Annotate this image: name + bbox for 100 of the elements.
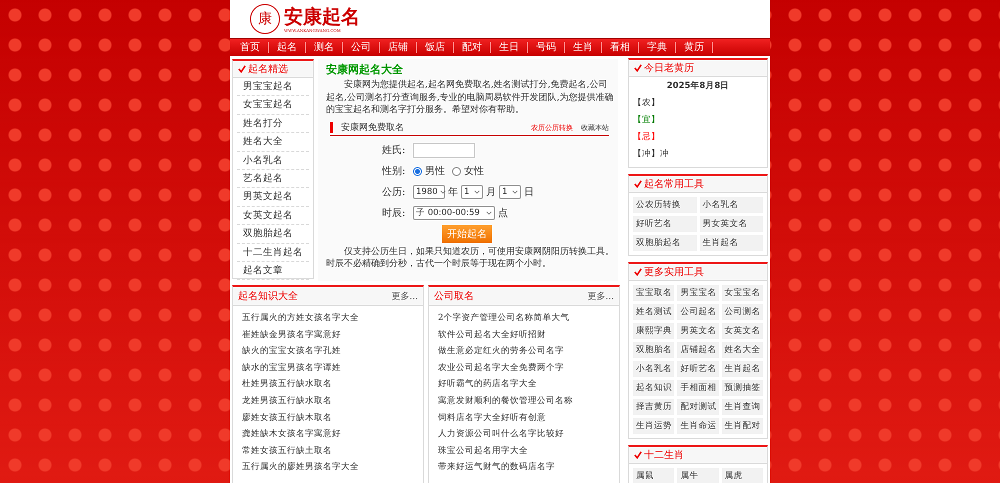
article-link[interactable]: 五行属火的方姓女孩名字大全 bbox=[233, 310, 423, 327]
check-icon bbox=[634, 180, 642, 188]
tool-link[interactable]: 配对测试 bbox=[677, 399, 719, 415]
unit-label: 月 bbox=[486, 186, 496, 199]
day-select[interactable]: 1 bbox=[499, 185, 521, 199]
nav-link[interactable]: 起名 bbox=[269, 42, 306, 53]
nav-link[interactable]: 测名 bbox=[306, 42, 343, 53]
article-link[interactable]: 带来好运气财气的数码店名字 bbox=[429, 459, 619, 476]
tool-link[interactable]: 双胞胎起名 bbox=[633, 235, 696, 251]
nav-link[interactable]: 生肖 bbox=[565, 42, 602, 53]
sidebar-link[interactable]: 女宝宝起名 bbox=[237, 96, 309, 115]
tool-link[interactable]: 生肖命运 bbox=[677, 418, 719, 434]
sidebar-link[interactable]: 艺名起名 bbox=[237, 170, 309, 188]
tool-link[interactable]: 公司测名 bbox=[722, 304, 763, 320]
tool-link[interactable]: 起名知识 bbox=[633, 380, 674, 396]
tool-link[interactable]: 女英文名 bbox=[722, 323, 763, 339]
surname-input[interactable] bbox=[413, 142, 475, 158]
article-link[interactable]: 龚姓缺木女孩名字寓意好 bbox=[233, 426, 423, 443]
tool-link[interactable]: 男宝宝名 bbox=[677, 285, 719, 301]
zodiac-link[interactable]: 属牛 bbox=[677, 468, 719, 483]
section-title: 起名精选 bbox=[248, 62, 288, 76]
article-link[interactable]: 农业公司起名字大全免费两个字 bbox=[429, 360, 619, 376]
article-link[interactable]: 人力资源公司叫什么名字比较好 bbox=[429, 426, 619, 443]
nav-link[interactable]: 看相 bbox=[602, 42, 639, 53]
zodiac-link[interactable]: 属虎 bbox=[722, 468, 763, 483]
article-link[interactable]: 缺火的宝宝女孩名字孔姓 bbox=[233, 343, 423, 360]
tool-link[interactable]: 男英文名 bbox=[677, 323, 719, 339]
article-link[interactable]: 廖姓女孩五行缺木取名 bbox=[233, 410, 423, 426]
note-text: 仅支持公历生日，如果只知道农历，可使用安康网阴阳历转换工具。时辰不必精确到分秒，古代一个时辰等于现在两个小时。 bbox=[326, 246, 615, 270]
article-link[interactable]: 寓意发财顺利的餐饮管理公司名称 bbox=[429, 392, 619, 410]
nav-link[interactable]: 黄历 bbox=[676, 42, 713, 53]
sidebar-link[interactable]: 双胞胎起名 bbox=[237, 225, 309, 244]
tool-link[interactable]: 公司起名 bbox=[677, 304, 719, 320]
sidebar-link[interactable]: 起名文章 bbox=[237, 262, 309, 280]
field-label: 姓氏: bbox=[382, 144, 406, 157]
nav-link[interactable]: 生日 bbox=[491, 42, 528, 53]
article-link[interactable]: 珠宝公司起名用字大全 bbox=[429, 442, 619, 460]
article-link[interactable]: 常姓女孩五行缺土取名 bbox=[233, 442, 423, 460]
tool-link[interactable]: 男女英文名 bbox=[700, 216, 763, 232]
tool-link[interactable]: 女宝宝名 bbox=[722, 285, 763, 301]
sidebar-link[interactable]: 十二生肖起名 bbox=[237, 244, 309, 262]
tool-link[interactable]: 宝宝取名 bbox=[633, 285, 674, 301]
radio-label: 女性 bbox=[464, 164, 484, 178]
tool-link[interactable]: 手相面相 bbox=[677, 380, 719, 396]
month-select[interactable]: 1 bbox=[461, 185, 483, 199]
section-title: 起名常用工具 bbox=[644, 178, 704, 191]
radio-button[interactable] bbox=[413, 166, 422, 176]
tool-link[interactable]: 择吉黄历 bbox=[633, 399, 674, 415]
radio-label: 男性 bbox=[425, 164, 445, 178]
tool-link[interactable]: 好听艺名 bbox=[677, 361, 719, 377]
more-link[interactable]: 更多... bbox=[391, 290, 418, 302]
tool-link[interactable]: 好听艺名 bbox=[633, 216, 696, 232]
tool-link[interactable]: 姓名测试 bbox=[633, 304, 674, 320]
tool-link[interactable]: 生肖起名 bbox=[700, 235, 763, 251]
tool-link[interactable]: 生肖查询 bbox=[722, 399, 763, 415]
more-link[interactable]: 更多... bbox=[587, 290, 614, 302]
article-link[interactable]: 饲料店名字大全好听有创意 bbox=[429, 410, 619, 426]
article-link[interactable]: 杜姓男孩五行缺水取名 bbox=[233, 376, 423, 393]
tool-link[interactable]: 店铺起名 bbox=[677, 342, 719, 358]
nav-link[interactable]: 首页 bbox=[232, 42, 269, 53]
article-link[interactable]: 龙姓男孩五行缺水取名 bbox=[233, 392, 423, 410]
tool-link[interactable]: 小名乳名 bbox=[700, 197, 763, 213]
sidebar-link[interactable]: 小名乳名 bbox=[237, 152, 309, 170]
article-link[interactable]: 做生意必定红火的劳务公司名字 bbox=[429, 343, 619, 360]
nav-link[interactable]: 配对 bbox=[454, 42, 491, 53]
sidebar-link[interactable]: 姓名大全 bbox=[237, 133, 309, 152]
site-logo[interactable]: 安康起名 bbox=[284, 6, 360, 28]
nav-link[interactable]: 公司 bbox=[343, 42, 380, 53]
sidebar-link[interactable]: 女英文起名 bbox=[237, 206, 309, 226]
tool-link[interactable]: 生肖起名 bbox=[722, 361, 763, 377]
tool-link[interactable]: 预测抽签 bbox=[722, 380, 763, 396]
nav-link[interactable]: 号码 bbox=[528, 42, 565, 53]
tool-link[interactable]: 康熙字典 bbox=[633, 323, 674, 339]
caret-icon bbox=[474, 190, 480, 194]
tool-link[interactable]: 姓名大全 bbox=[722, 342, 763, 358]
article-link[interactable]: 好听霸气的药店名字大全 bbox=[429, 376, 619, 393]
sidebar-link[interactable]: 姓名打分 bbox=[237, 114, 309, 134]
article-link[interactable]: 软件公司起名大全好听招财 bbox=[429, 326, 619, 344]
almanac-line: 【宜】 bbox=[633, 114, 661, 127]
tool-link[interactable]: 公农历转换 bbox=[633, 197, 696, 213]
zodiac-link[interactable]: 属鼠 bbox=[633, 468, 674, 483]
tool-link[interactable]: 生肖配对 bbox=[722, 418, 763, 434]
tool-link[interactable]: 小名乳名 bbox=[633, 361, 674, 377]
nav-link[interactable]: 字典 bbox=[639, 42, 676, 53]
tool-link[interactable]: 生肖运势 bbox=[633, 418, 674, 434]
intro-text: 安康网为您提供起名,起名网免费取名,姓名测试打分,免费起名,公司起名,公司测名打分查询服务,专业的电脑周易软件开发团队,为您提供准确的宝宝起名和测名字打分服务。希望对你有帮助。 bbox=[326, 79, 615, 116]
year-select[interactable]: 1980 bbox=[413, 185, 445, 199]
nav-link[interactable]: 店铺 bbox=[380, 42, 417, 53]
sidebar-link[interactable]: 男宝宝起名 bbox=[237, 78, 309, 96]
sidebar-link[interactable]: 男英文起名 bbox=[237, 188, 309, 207]
radio-button[interactable] bbox=[452, 166, 461, 176]
article-link[interactable]: 五行属火的廖姓男孩名字大全 bbox=[233, 459, 423, 476]
section-title: 更多实用工具 bbox=[644, 266, 704, 279]
tool-link[interactable]: 双胞胎名 bbox=[633, 342, 674, 358]
nav-link[interactable]: 饭店 bbox=[417, 42, 454, 53]
article-link[interactable]: 2个字资产管理公司名称简单大气 bbox=[429, 310, 619, 327]
section-title: 十二生肖 bbox=[644, 448, 684, 462]
article-link[interactable]: 崔姓缺金男孩名字寓意好 bbox=[233, 326, 423, 344]
article-link[interactable]: 缺水的宝宝男孩名字谭姓 bbox=[233, 360, 423, 376]
hour-select[interactable]: 子 00:00-00:59 bbox=[413, 206, 495, 220]
